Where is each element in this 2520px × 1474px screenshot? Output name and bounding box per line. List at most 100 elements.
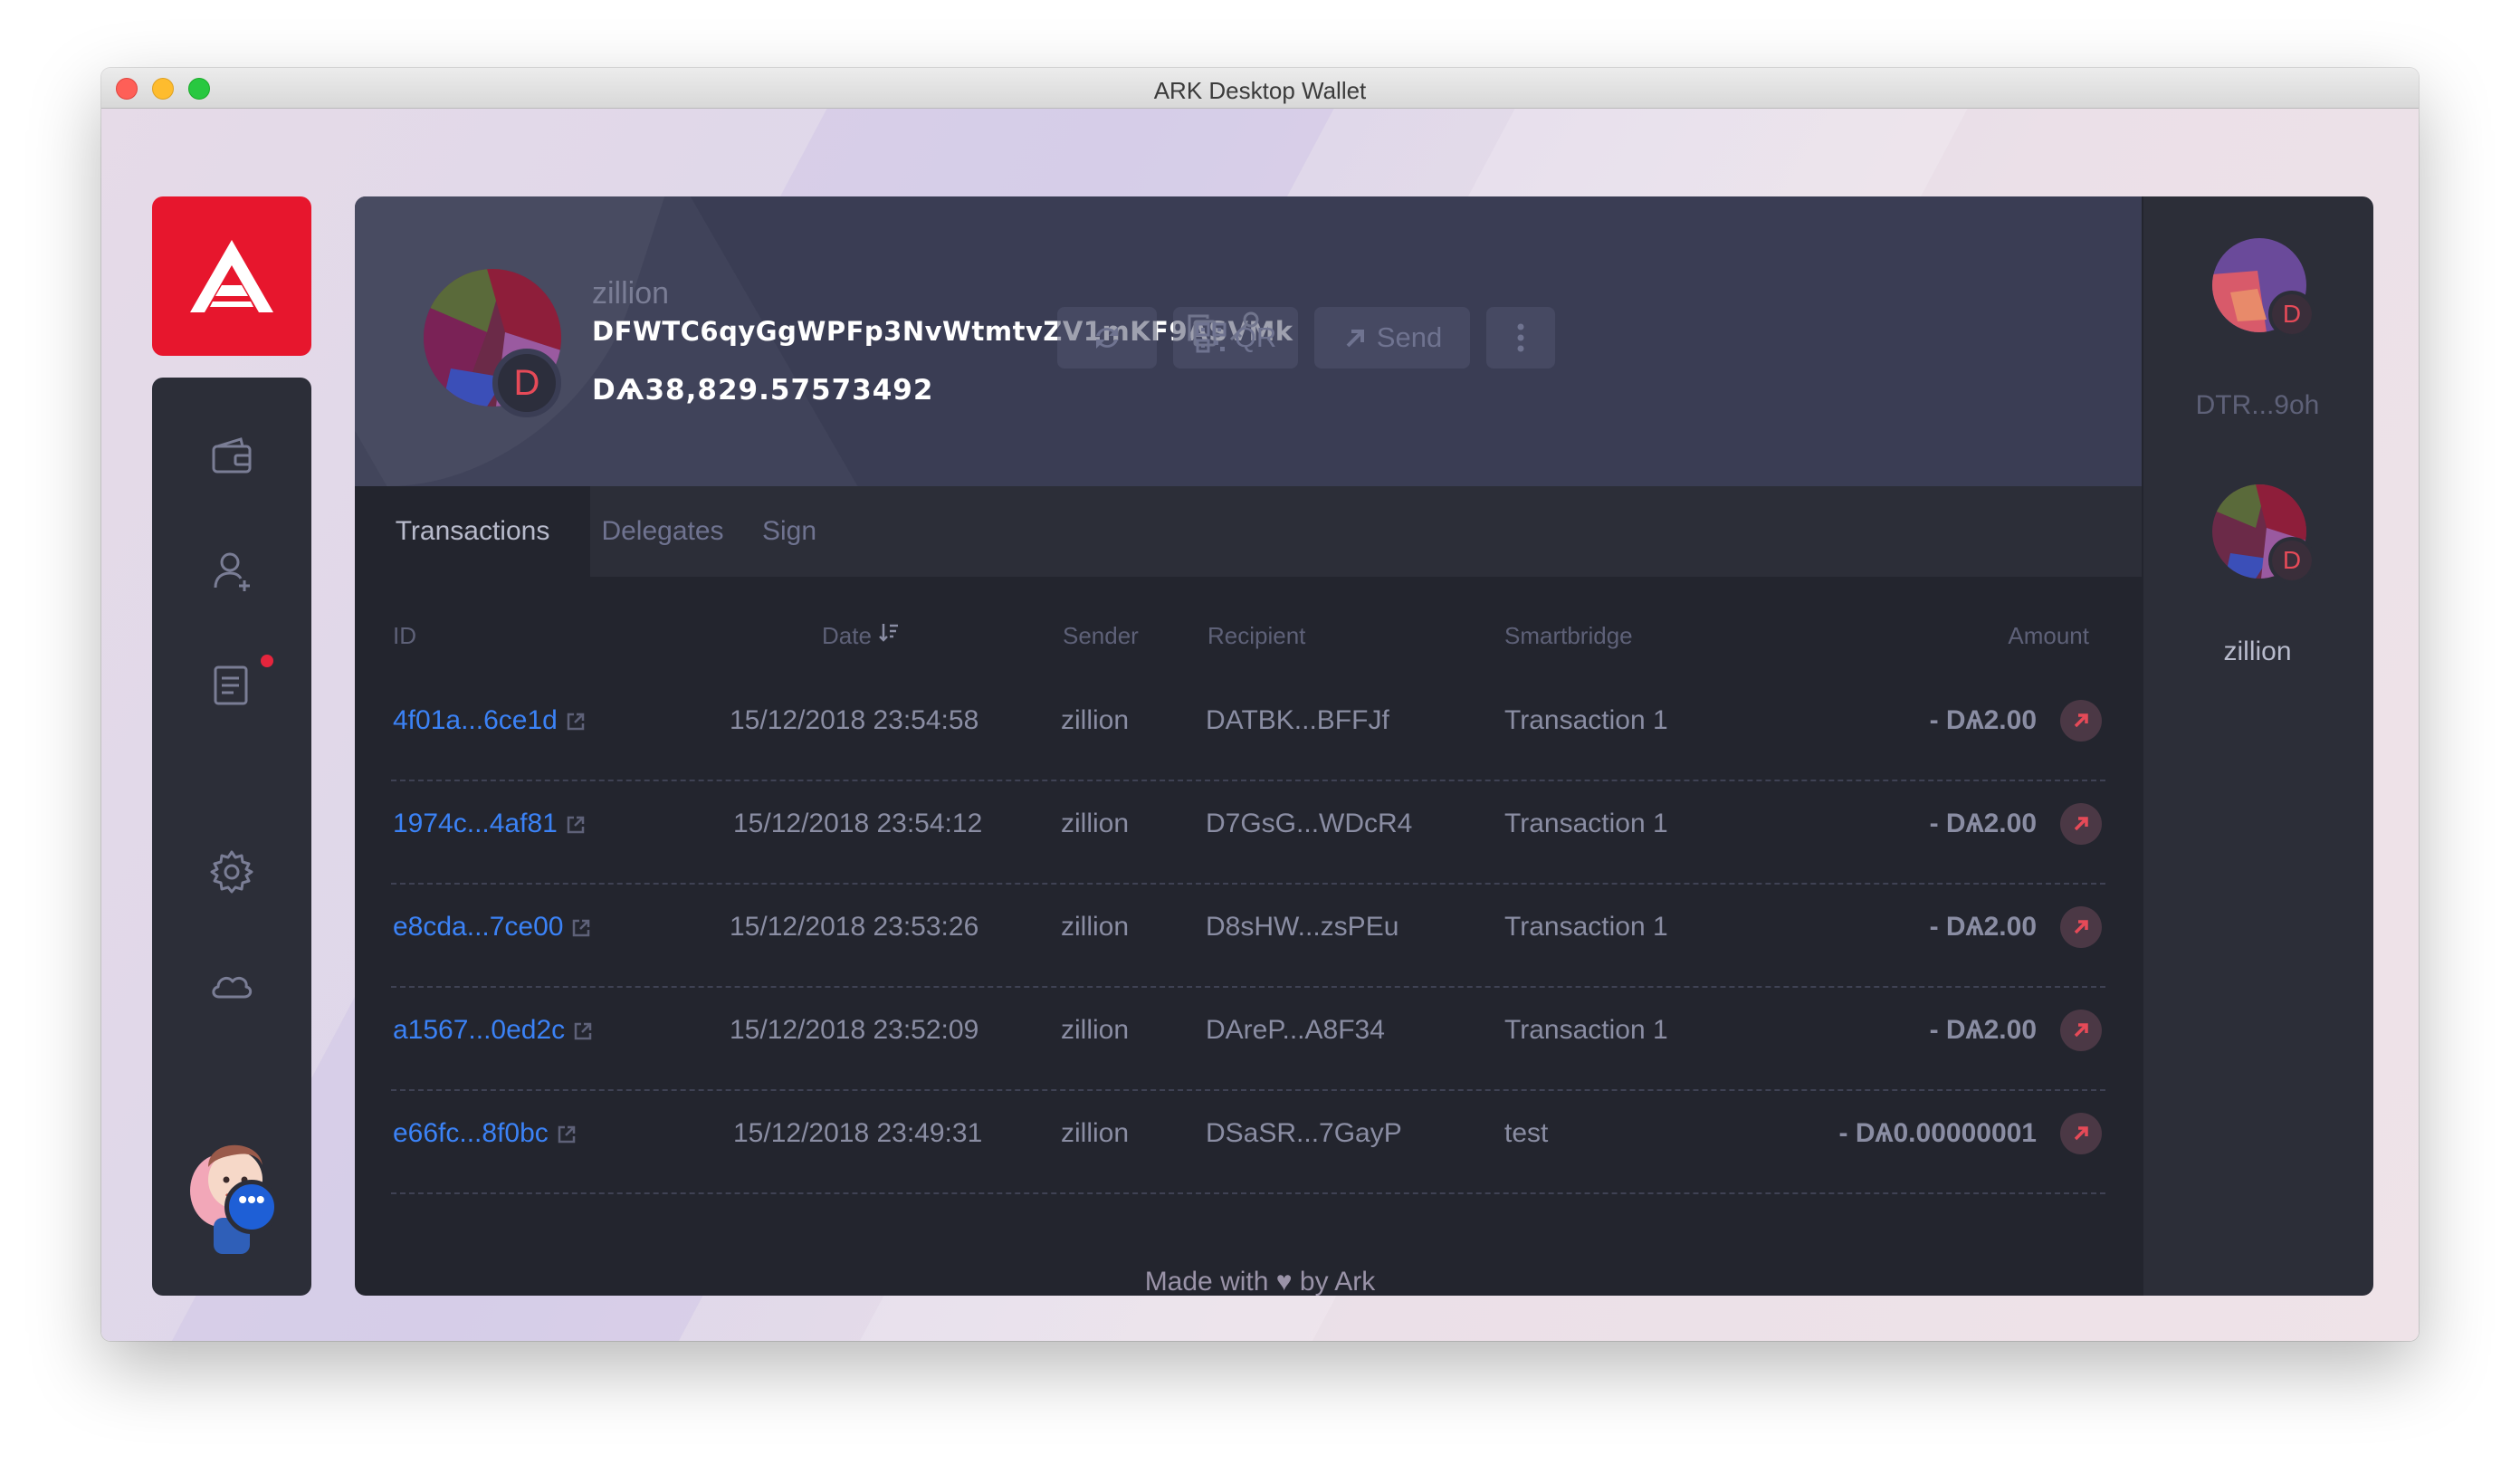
more-options-button[interactable] <box>1486 307 1555 368</box>
transaction-date: 15/12/2018 23:52:09 <box>730 1015 979 1045</box>
column-header-sender[interactable]: Sender <box>1063 622 1139 650</box>
tab-transactions[interactable]: Transactions <box>355 486 590 577</box>
transaction-recipient[interactable]: D7GsG...WDcR4 <box>1206 809 1412 839</box>
transaction-date: 15/12/2018 23:54:12 <box>733 809 983 838</box>
row-separator <box>391 1192 2105 1194</box>
transaction-id-link[interactable]: a1567...0ed2c <box>393 1015 594 1046</box>
transaction-smartbridge: Transaction 1 <box>1504 809 1668 838</box>
transaction-smartbridge: test <box>1504 1118 1549 1148</box>
wallet-icon[interactable] <box>208 434 255 481</box>
transaction-sender[interactable]: zillion <box>1061 1118 1129 1149</box>
avatar-letter: D <box>498 354 556 412</box>
main-navigation: ••• <box>152 378 311 1296</box>
sort-descending-icon <box>879 624 899 642</box>
contact-add-icon[interactable] <box>208 548 255 595</box>
transaction-amount: - DѦ0.00000001 <box>1838 1118 2038 1148</box>
sent-arrow-icon <box>2060 1113 2102 1154</box>
network-cloud-icon[interactable] <box>208 962 255 1010</box>
column-header-date-label: Date <box>822 622 872 649</box>
qr-button[interactable]: QR <box>1173 307 1298 368</box>
column-header-smartbridge[interactable]: Smartbridge <box>1504 622 1633 650</box>
table-row[interactable]: e66fc...8f0bc 15/12/2018 23:49:31 zillio… <box>391 1091 2105 1194</box>
footer-prefix: Made with <box>1144 1267 1269 1297</box>
footer-credit: Made with ♥ by Ark <box>101 1267 2419 1297</box>
avatar-letter: D <box>2272 541 2312 580</box>
transaction-smartbridge: Transaction 1 <box>1504 912 1668 942</box>
app-window: ARK Desktop Wallet ••• D zillion DFWTC6q… <box>101 68 2419 1341</box>
transaction-recipient[interactable]: DSaSR...7GayP <box>1206 1118 1402 1149</box>
wallet-heading: D zillion DFWTC6qyGgWPFp3NvWtmtvZV1mKF9A… <box>355 196 2142 486</box>
wallet-avatar-badge: D <box>492 349 561 417</box>
sent-arrow-icon <box>2060 803 2102 845</box>
ark-logo-icon <box>190 240 273 312</box>
heart-icon: ♥ <box>1275 1267 1293 1297</box>
wallet-main-panel: D zillion DFWTC6qyGgWPFp3NvWtmtvZV1mKF9A… <box>355 196 2142 1296</box>
transaction-id: a1567...0ed2c <box>393 1015 566 1045</box>
external-link-icon <box>574 1022 592 1040</box>
transaction-amount: - DѦ2.00 <box>1929 705 2037 735</box>
transaction-amount: - DѦ2.00 <box>1929 809 2037 838</box>
external-link-icon <box>567 816 585 834</box>
column-header-id[interactable]: ID <box>393 622 416 650</box>
transaction-sender[interactable]: zillion <box>1061 809 1129 839</box>
transaction-smartbridge: Transaction 1 <box>1504 1015 1668 1045</box>
transaction-id-link[interactable]: e66fc...8f0bc <box>393 1118 578 1149</box>
transaction-sender[interactable]: zillion <box>1061 705 1129 736</box>
transaction-id-link[interactable]: 4f01a...6ce1d <box>393 705 587 736</box>
transaction-date: 15/12/2018 23:53:26 <box>730 912 979 942</box>
external-link-icon <box>558 1125 576 1144</box>
wallet-sidebar: D DTR...9oh D zillion <box>2142 196 2373 1296</box>
transaction-amount: - DѦ2.00 <box>1929 1015 2037 1045</box>
send-button[interactable]: Send <box>1314 307 1470 368</box>
sent-arrow-icon <box>2060 1010 2102 1051</box>
refresh-icon <box>1096 327 1118 349</box>
table-row[interactable]: 4f01a...6ce1d 15/12/2018 23:54:58 zillio… <box>391 678 2105 781</box>
transaction-id-link[interactable]: e8cda...7ce00 <box>393 912 592 943</box>
external-link-icon <box>573 919 590 937</box>
send-arrow-icon <box>1346 330 1364 348</box>
transaction-id-link[interactable]: 1974c...4af81 <box>393 809 587 839</box>
transaction-id: 1974c...4af81 <box>393 809 558 838</box>
transaction-recipient[interactable]: D8sHW...zsPEu <box>1206 912 1398 943</box>
send-button-label: Send <box>1376 321 1443 353</box>
table-row[interactable]: e8cda...7ce00 15/12/2018 23:53:26 zillio… <box>391 885 2105 988</box>
title-bar: ARK Desktop Wallet <box>101 68 2419 109</box>
transaction-recipient[interactable]: DATBK...BFFJf <box>1206 705 1389 736</box>
wallet-tabs: Transactions Delegates Sign <box>355 486 2142 577</box>
transaction-smartbridge: Transaction 1 <box>1504 705 1668 735</box>
transaction-id: e8cda...7ce00 <box>393 912 564 942</box>
sent-arrow-icon <box>2060 906 2102 948</box>
transaction-date: 15/12/2018 23:49:31 <box>733 1118 983 1148</box>
profile-menu-button[interactable]: ••• <box>224 1180 279 1234</box>
more-vertical-icon <box>1517 323 1524 352</box>
sidebar-wallet-badge: D <box>2268 537 2315 584</box>
announcements-icon[interactable] <box>208 662 255 709</box>
wallet-name: zillion <box>592 276 670 311</box>
transaction-recipient[interactable]: DAreP...A8F34 <box>1206 1015 1385 1046</box>
transaction-sender[interactable]: zillion <box>1061 1015 1129 1046</box>
footer-suffix: by Ark <box>1299 1267 1376 1297</box>
table-row[interactable]: a1567...0ed2c 15/12/2018 23:52:09 zillio… <box>391 988 2105 1091</box>
transaction-id: 4f01a...6ce1d <box>393 705 558 735</box>
transaction-sender[interactable]: zillion <box>1061 912 1129 943</box>
ark-logo-button[interactable] <box>152 196 311 356</box>
transaction-id: e66fc...8f0bc <box>393 1118 549 1148</box>
notification-badge <box>261 655 273 667</box>
avatar-letter: D <box>2272 294 2312 334</box>
table-row[interactable]: 1974c...4af81 15/12/2018 23:54:12 zillio… <box>391 781 2105 885</box>
sent-arrow-icon <box>2060 700 2102 742</box>
settings-icon[interactable] <box>208 848 255 895</box>
wallet-balance: DѦ38,829.57573492 <box>592 374 934 407</box>
sidebar-wallet-badge: D <box>2268 291 2315 338</box>
transaction-amount: - DѦ2.00 <box>1929 912 2037 942</box>
tab-sign[interactable]: Sign <box>735 486 844 577</box>
column-header-date[interactable]: Date <box>822 622 900 650</box>
sidebar-wallet-name: DTR...9oh <box>2195 390 2320 420</box>
transaction-date: 15/12/2018 23:54:58 <box>730 705 979 735</box>
qr-button-label: QR <box>1234 321 1277 353</box>
refresh-button[interactable] <box>1057 307 1157 368</box>
tab-delegates[interactable]: Delegates <box>590 486 735 577</box>
column-header-recipient[interactable]: Recipient <box>1208 622 1305 650</box>
column-header-amount[interactable]: Amount <box>1908 622 2089 650</box>
external-link-icon <box>567 713 585 731</box>
